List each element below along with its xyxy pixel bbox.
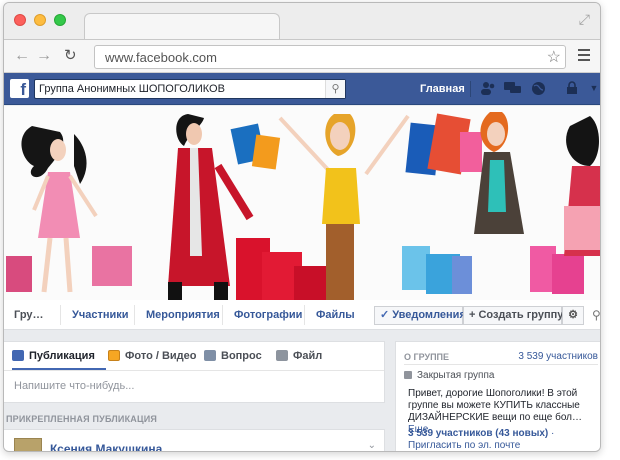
friend-requests-icon[interactable] xyxy=(480,81,496,96)
tab-photos[interactable]: Фотографии xyxy=(234,309,302,321)
composer-tab-question-label: Вопрос xyxy=(221,350,262,362)
browser-menu-icon[interactable] xyxy=(578,49,590,64)
members-count-link[interactable]: 3 539 участников xyxy=(518,351,598,362)
lock-icon xyxy=(404,371,412,379)
file-icon xyxy=(276,350,288,361)
about-divider xyxy=(404,364,598,365)
member-stats-text[interactable]: 3 539 участников (43 новых) xyxy=(408,428,548,439)
privacy-shortcuts-icon[interactable] xyxy=(564,81,580,96)
account-menu-caret-icon[interactable]: ▼ xyxy=(586,81,600,96)
facebook-top-bar: f Группа Анонимных ШОПОГОЛИКОВ ⚲ Главная… xyxy=(4,73,600,105)
tab-divider xyxy=(60,305,61,325)
tab-files[interactable]: Файлы xyxy=(316,309,355,321)
plus-icon: + xyxy=(469,309,476,321)
checkmark-icon: ✓ xyxy=(380,309,390,321)
bookmark-star-icon[interactable]: ☆ xyxy=(547,47,561,67)
privacy-status: Закрытая группа xyxy=(404,370,494,381)
member-stats: 3 539 участников (43 новых) · Пригласить… xyxy=(408,428,600,451)
pencil-icon xyxy=(12,350,24,361)
back-arrow-icon[interactable]: ← xyxy=(14,46,30,66)
composer-tab-file-label: Файл xyxy=(293,350,323,362)
shopping-girls-illustration xyxy=(4,106,600,300)
post-composer: Публикация Фото / Видео Вопрос Файл Напи… xyxy=(4,341,385,403)
pinned-post-heading: ПРИКРЕПЛЕННАЯ ПУБЛИКАЦИЯ xyxy=(6,414,158,424)
tab-events[interactable]: Мероприятия xyxy=(146,309,220,321)
tab-divider xyxy=(222,305,223,325)
composer-input[interactable]: Напишите что-нибудь... xyxy=(14,380,134,392)
topbar-divider xyxy=(470,81,471,97)
address-bar[interactable]: www.facebook.com ☆ xyxy=(94,45,566,69)
avatar[interactable] xyxy=(14,438,42,451)
create-group-button[interactable]: + Создать группу xyxy=(463,306,564,325)
notifications-label: Уведомления xyxy=(392,309,466,321)
browser-toolbar: ← → ↻ www.facebook.com ☆ xyxy=(4,39,600,73)
composer-tab-post[interactable]: Публикация xyxy=(12,350,95,362)
browser-window: ⤢ ← → ↻ www.facebook.com ☆ f Группа Анон… xyxy=(3,2,601,452)
composer-tab-photo-video[interactable]: Фото / Видео xyxy=(108,350,197,362)
pinned-post: Ксения Макушкина ⌄ xyxy=(4,429,385,451)
composer-tab-post-label: Публикация xyxy=(29,350,95,362)
url-text: www.facebook.com xyxy=(105,50,217,65)
post-author-name[interactable]: Ксения Макушкина xyxy=(50,442,162,451)
photo-icon xyxy=(108,350,120,361)
composer-tab-file[interactable]: Файл xyxy=(276,350,322,362)
browser-titlebar: ⤢ xyxy=(4,3,600,41)
about-group-panel: О ГРУППЕ 3 539 участников Закрытая групп… xyxy=(395,341,600,451)
privacy-label: Закрытая группа xyxy=(417,370,495,381)
search-value: Группа Анонимных ШОПОГОЛИКОВ xyxy=(39,83,225,95)
minimize-window-button[interactable] xyxy=(34,14,46,26)
browser-tab[interactable] xyxy=(84,13,280,41)
tab-divider xyxy=(304,305,305,325)
maximize-window-button[interactable] xyxy=(54,14,66,26)
tab-divider xyxy=(134,305,135,325)
description-text: Привет, дорогие Шопоголики! В этой групп… xyxy=(408,388,583,423)
home-link[interactable]: Главная xyxy=(420,83,465,95)
group-search-icon[interactable]: ⚲ xyxy=(592,308,600,322)
tab-group[interactable]: Гру… xyxy=(14,309,44,321)
about-heading: О ГРУППЕ xyxy=(404,352,450,362)
composer-tab-question[interactable]: Вопрос xyxy=(204,350,262,362)
notifications-globe-icon[interactable] xyxy=(530,81,546,96)
fullscreen-icon[interactable]: ⤢ xyxy=(579,11,590,28)
messages-icon[interactable] xyxy=(504,81,521,96)
notifications-button[interactable]: ✓ Уведомления xyxy=(374,306,466,325)
group-nav-bar: Гру… Участники Мероприятия Фотографии Фа… xyxy=(4,300,600,330)
composer-divider xyxy=(4,370,384,371)
facebook-logo-icon[interactable]: f xyxy=(10,79,29,98)
reload-icon[interactable]: ↻ xyxy=(64,46,77,66)
search-icon[interactable]: ⚲ xyxy=(325,80,345,98)
forward-arrow-icon[interactable]: → xyxy=(36,46,52,66)
group-settings-gear-icon[interactable]: ⚙ xyxy=(562,306,584,325)
close-window-button[interactable] xyxy=(14,14,26,26)
group-cover-photo xyxy=(4,106,600,300)
question-icon xyxy=(204,350,216,361)
composer-tab-photo-label: Фото / Видео xyxy=(125,350,197,362)
chevron-down-icon[interactable]: ⌄ xyxy=(368,440,376,451)
facebook-search-input[interactable]: Группа Анонимных ШОПОГОЛИКОВ ⚲ xyxy=(34,79,346,99)
tab-members[interactable]: Участники xyxy=(72,309,129,321)
create-group-label: Создать группу xyxy=(478,309,564,321)
